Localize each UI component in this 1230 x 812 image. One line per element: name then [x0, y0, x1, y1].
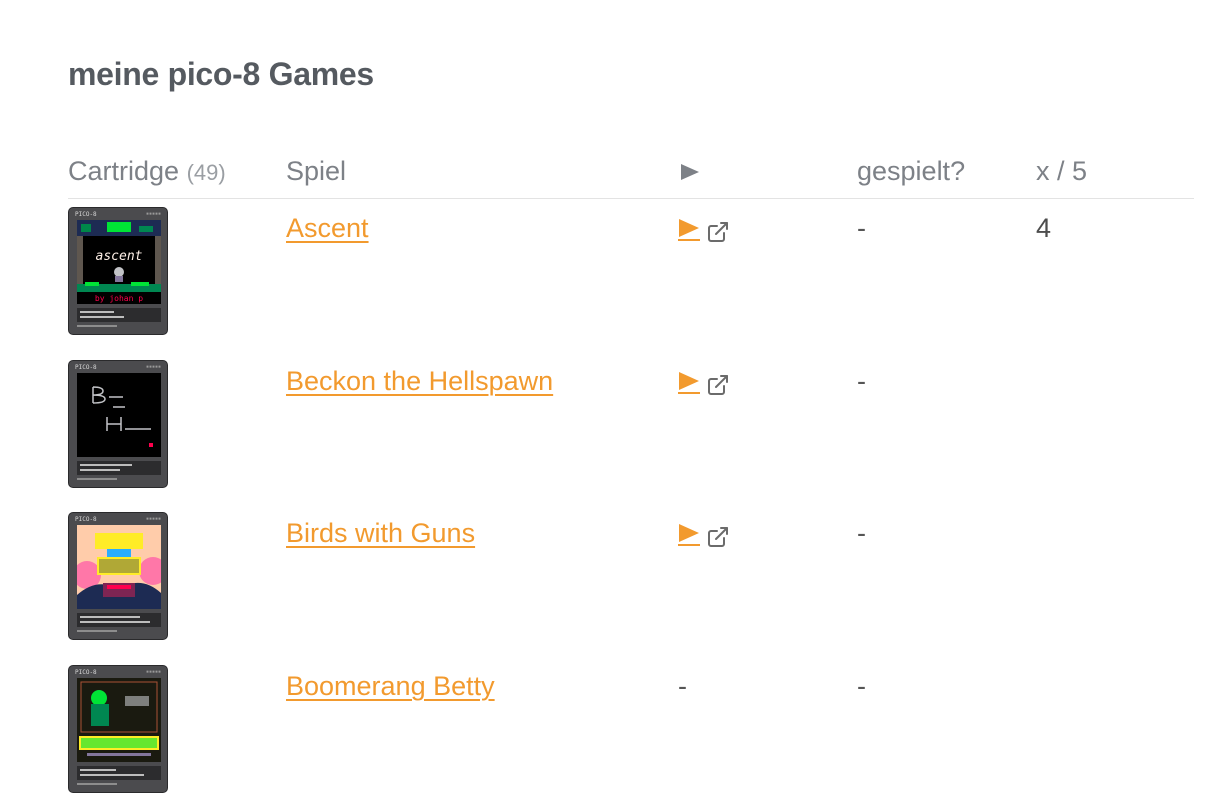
play-actions — [678, 217, 738, 243]
played-status: - — [857, 518, 866, 548]
cartridge-label — [77, 766, 161, 780]
cartridge-decor: ▪▪▪▪▪ — [145, 669, 161, 675]
table-row: PICO-8 ▪▪▪▪▪ Birds with Guns - — [68, 512, 1194, 642]
play-button[interactable] — [678, 522, 700, 546]
rating-value: 4 — [1036, 213, 1052, 243]
game-link-ascent[interactable]: Ascent — [286, 213, 369, 244]
header-game: Spiel — [286, 156, 347, 186]
cartridge-footer — [77, 478, 117, 480]
cartridge-brand: PICO-8 — [75, 364, 97, 371]
cartridge-screen-boomerang-betty — [77, 678, 161, 762]
cartridge-label — [77, 613, 161, 627]
header-cartridge-label: Cartridge — [68, 156, 180, 186]
cartridge-decor: ▪▪▪▪▪ — [145, 364, 161, 370]
game-link-boomerang-betty[interactable]: Boomerang Betty — [286, 671, 495, 702]
external-link-icon[interactable] — [706, 373, 730, 397]
cartridge-label — [77, 308, 161, 322]
table-row: PICO-8 ▪▪▪▪▪ Boomerang Betty - - — [68, 665, 1194, 795]
play-triangle-icon — [679, 219, 699, 237]
play-actions — [678, 522, 738, 548]
play-triangle-icon — [679, 372, 699, 390]
play-triangle-icon — [681, 164, 699, 180]
cartridge-decor: ▪▪▪▪▪ — [145, 211, 161, 217]
played-status: - — [857, 671, 866, 701]
cartridge-label — [77, 461, 161, 475]
play-button[interactable] — [678, 217, 700, 241]
cartridge-screen-birds-with-guns — [77, 525, 161, 609]
svg-text:by johan p: by johan p — [95, 294, 143, 303]
game-link-birds-with-guns[interactable]: Birds with Guns — [286, 518, 475, 549]
cartridge-footer — [77, 783, 117, 785]
svg-text:ascent: ascent — [96, 249, 143, 264]
header-played: gespielt? — [857, 156, 966, 186]
cartridge-decor: ▪▪▪▪▪ — [145, 516, 161, 522]
play-button[interactable] — [678, 370, 700, 394]
cartridge-image[interactable]: PICO-8 ▪▪▪▪▪ — [68, 665, 168, 793]
cartridge-count: (49) — [186, 160, 226, 185]
played-status: - — [857, 213, 866, 243]
play-triangle-icon — [679, 524, 699, 542]
header-rating: x / 5 — [1036, 156, 1088, 186]
cartridge-screen-beckon — [77, 373, 161, 457]
external-link-icon[interactable] — [706, 525, 730, 549]
cartridge-footer — [77, 325, 117, 327]
play-unavailable: - — [678, 671, 687, 701]
cartridge-image[interactable]: PICO-8 ▪▪▪▪▪ — [68, 360, 168, 488]
header-cartridge: Cartridge (49) — [68, 156, 226, 187]
table-row: PICO-8 ▪▪▪▪▪ Beckon the Hellspawn - — [68, 360, 1194, 490]
cartridge-brand: PICO-8 — [75, 211, 97, 218]
cartridge-brand: PICO-8 — [75, 669, 97, 676]
play-actions — [678, 370, 738, 396]
game-link-beckon-the-hellspawn[interactable]: Beckon the Hellspawn — [286, 366, 553, 397]
played-status: - — [857, 366, 866, 396]
external-link-icon[interactable] — [706, 220, 730, 244]
page-title: meine pico-8 Games — [68, 56, 374, 92]
cartridge-footer — [77, 630, 117, 632]
cartridge-brand: PICO-8 — [75, 516, 97, 523]
cartridge-image[interactable]: PICO-8 ▪▪▪▪▪ ascent by johan p — [68, 207, 168, 335]
cartridge-image[interactable]: PICO-8 ▪▪▪▪▪ — [68, 512, 168, 640]
table-header: Cartridge (49) Spiel gespielt? x / 5 — [68, 152, 1194, 199]
table-row: PICO-8 ▪▪▪▪▪ ascent by johan p Ascent - … — [68, 207, 1194, 337]
cartridge-screen-ascent: ascent by johan p — [77, 220, 161, 304]
